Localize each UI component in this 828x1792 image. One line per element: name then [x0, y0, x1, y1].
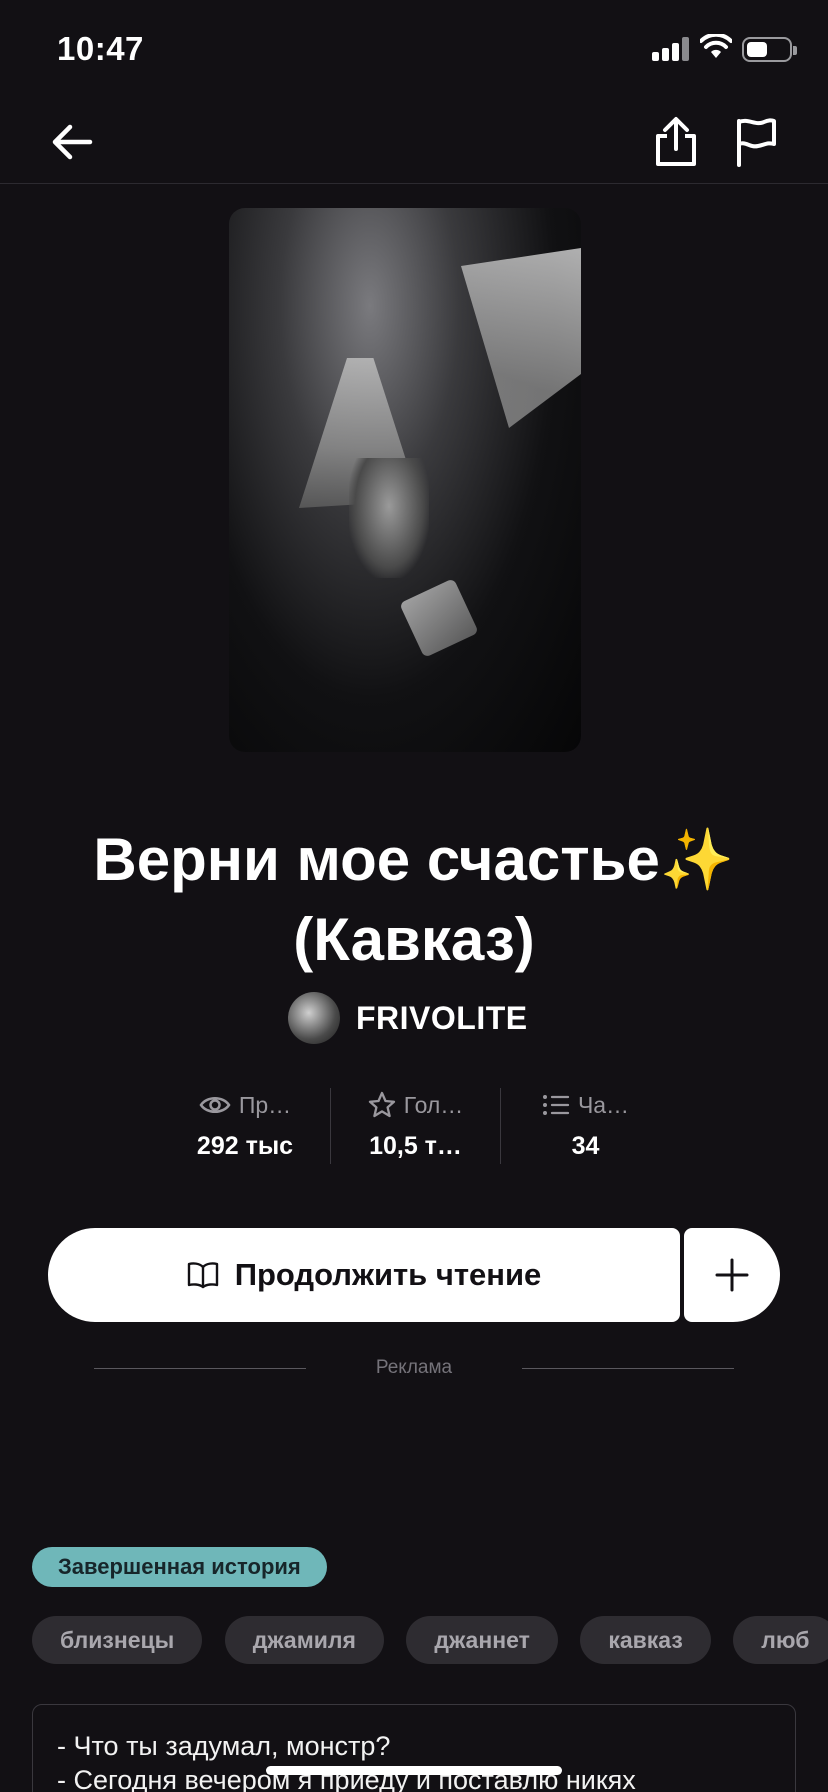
- status-bar: 10:47: [0, 0, 828, 100]
- top-nav-bar: [0, 100, 828, 184]
- tag-chip[interactable]: кавказ: [580, 1616, 711, 1664]
- stat-reads: Пр… 292 тыс: [160, 1088, 330, 1164]
- stat-parts-label: Ча…: [577, 1091, 630, 1118]
- continue-reading-label: Продолжить чтение: [234, 1257, 542, 1292]
- stat-votes-value: 10,5 т…: [369, 1132, 462, 1160]
- story-cover-image: [229, 208, 581, 752]
- story-description[interactable]: - Что ты задумал, монстр? - Сегодня вече…: [32, 1704, 796, 1792]
- star-icon: [368, 1091, 395, 1118]
- author-avatar: [288, 992, 340, 1044]
- tag-chip[interactable]: близнецы: [32, 1616, 203, 1664]
- book-icon: [187, 1262, 218, 1289]
- continue-reading-button[interactable]: Продолжить чтение: [48, 1228, 680, 1322]
- story-title: Верни мое счастье✨ (Кавказ): [93, 826, 735, 973]
- story-stats: Пр… 292 тыс Гол… 10,5 т… Ча… 34: [160, 1088, 670, 1164]
- author-link[interactable]: FRIVOLITE: [288, 990, 528, 1046]
- completed-status-badge: Завершенная история: [32, 1547, 327, 1587]
- stat-votes-label: Гол…: [403, 1091, 464, 1118]
- author-name: FRIVOLITE: [356, 999, 528, 1036]
- tag-chip[interactable]: джамиля: [224, 1616, 384, 1664]
- share-icon: [656, 117, 696, 166]
- wifi-icon: [699, 32, 733, 60]
- description-line: - Что ты задумал, монстр?: [57, 1731, 391, 1761]
- add-to-library-button[interactable]: [684, 1228, 780, 1322]
- tag-list: близнецы джамиля джаннет кавказ люб: [32, 1616, 828, 1664]
- cellular-signal-icon: [652, 37, 690, 61]
- stat-parts: Ча… 34: [500, 1088, 670, 1164]
- status-time: 10:47: [57, 30, 144, 67]
- battery-icon: [742, 37, 797, 62]
- arrow-left-icon: [52, 124, 93, 160]
- tag-chip[interactable]: люб: [733, 1616, 828, 1664]
- eye-icon: [199, 1097, 231, 1113]
- tag-chip[interactable]: джаннет: [406, 1616, 558, 1664]
- list-icon: [542, 1095, 570, 1115]
- stat-parts-value: 34: [571, 1132, 600, 1160]
- flag-icon: [737, 118, 776, 167]
- stat-reads-value: 292 тыс: [196, 1132, 294, 1160]
- share-button[interactable]: [648, 114, 704, 170]
- stat-votes: Гол… 10,5 т…: [330, 1088, 500, 1164]
- report-button[interactable]: [728, 114, 784, 170]
- ad-divider: Реклама: [94, 1356, 734, 1382]
- plus-icon: [715, 1258, 749, 1292]
- stat-reads-label: Пр…: [238, 1091, 292, 1118]
- home-indicator[interactable]: [266, 1766, 562, 1775]
- back-button[interactable]: [44, 114, 100, 170]
